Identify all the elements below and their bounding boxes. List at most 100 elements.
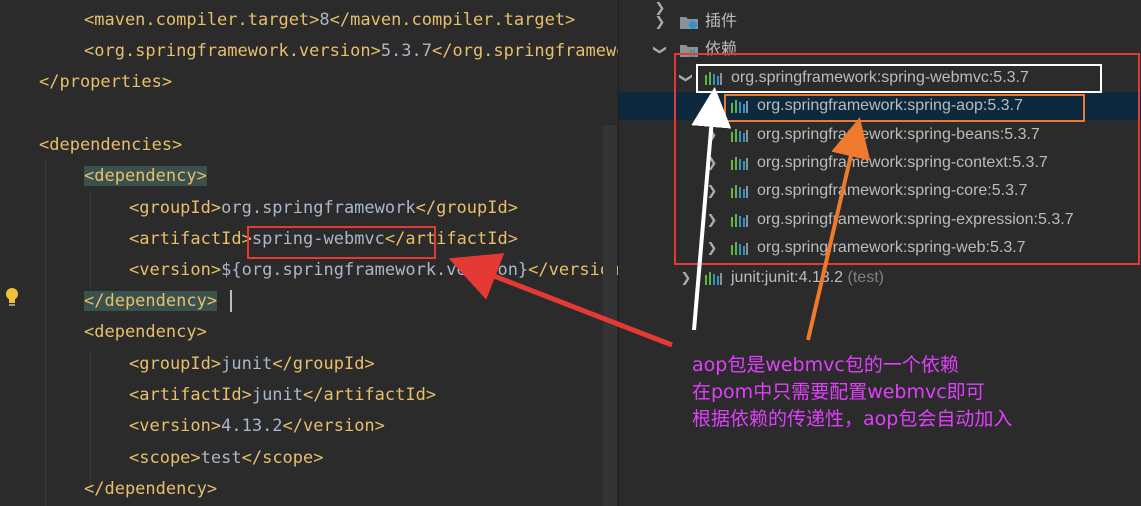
xml-text: ${org.springframework.version}: [221, 260, 529, 280]
xml-text: junit: [221, 354, 273, 374]
code-line-7[interactable]: <groupId>org.springframework</groupId>: [129, 193, 518, 224]
tree-row-plugins[interactable]: ❯ 插件: [619, 8, 1141, 36]
lightbulb-icon[interactable]: [4, 287, 20, 307]
dependencies-label: 依赖: [705, 41, 738, 58]
xml-tag: artifactId>: [405, 229, 518, 249]
code-line-11[interactable]: <dependency>: [84, 317, 207, 348]
library-icon: [731, 157, 748, 170]
code-line-10[interactable]: </dependency>: [84, 286, 218, 317]
xml-text: org.springframework: [221, 198, 416, 218]
dependency-label: org.springframework:spring-expression:5.…: [757, 211, 1074, 228]
xml-tag: </scope>: [241, 448, 324, 468]
text-caret: [230, 290, 232, 312]
chevron-right-icon[interactable]: ❯: [679, 264, 693, 292]
xml-tag: </groupId>: [272, 354, 375, 374]
xml-tag: <version>: [129, 260, 222, 280]
xml-tag: <version>: [129, 416, 222, 436]
xml-tag: </dependency>: [84, 291, 218, 311]
code-line-13[interactable]: <artifactId>junit</artifactId>: [129, 380, 436, 411]
tree-row-spring-expression[interactable]: ❯ org.springframework:spring-expression:…: [619, 206, 1141, 234]
xml-tag: >: [241, 229, 252, 249]
xml-tag: <groupId>: [129, 354, 222, 374]
annotation-text: aop包是webmvc包的一个依赖 在pom中只需要配置webmvc即可 根据依…: [692, 352, 1012, 433]
xml-tag: </groupId>: [415, 198, 518, 218]
xml-tag: </: [384, 229, 406, 249]
xml-text: 4.13.2: [221, 416, 283, 436]
chevron-right-icon[interactable]: ❯: [705, 206, 719, 234]
tree-row-dependencies[interactable]: ❯ 依赖: [619, 36, 1141, 64]
xml-tag: <dependencies>: [39, 135, 183, 155]
xml-tag: </version>: [282, 416, 385, 436]
chevron-right-icon[interactable]: ❯: [705, 149, 719, 177]
chevron-right-icon[interactable]: ❯: [705, 234, 719, 262]
indent-guide: [90, 350, 91, 490]
plugins-label: 插件: [705, 13, 738, 30]
junit-artifact: junit:junit:4.13.2: [731, 269, 844, 286]
dependencies-folder-icon: [680, 45, 698, 57]
tree-row-junit[interactable]: ❯ junit:junit:4.13.2 (test): [619, 264, 1141, 292]
xml-tag: </org.springframework.version>: [432, 41, 618, 61]
code-line-8[interactable]: <artifactId>spring-webmvc</artifactId>: [129, 224, 518, 255]
xml-tag: </properties>: [39, 72, 173, 92]
indent-guide: [45, 160, 46, 506]
dependency-label: org.springframework:spring-aop:5.3.7: [757, 97, 1023, 114]
code-line-9[interactable]: <version>${org.springframework.version}<…: [129, 255, 618, 286]
xml-tag: <artifactId>: [129, 385, 252, 405]
xml-tag: <dependency>: [84, 166, 207, 186]
library-icon: [705, 72, 722, 85]
dependency-label: org.springframework:spring-context:5.3.7: [757, 154, 1048, 171]
xml-text: spring-webmvc: [251, 229, 385, 249]
xml-text: junit: [251, 385, 304, 405]
annotation-line-2: 在pom中只需要配置webmvc即可: [692, 381, 985, 403]
pom-editor[interactable]: <maven.compiler.target>8</maven.compiler…: [0, 0, 618, 506]
indent-guide: [90, 190, 91, 300]
xml-text: 8: [319, 10, 330, 30]
tree-row-spring-beans[interactable]: ❯ org.springframework:spring-beans:5.3.7: [619, 121, 1141, 149]
annotation-line-3: 根据依赖的传递性，aop包会自动加入: [692, 408, 1013, 430]
library-icon: [731, 185, 748, 198]
code-line-16[interactable]: </dependency>: [84, 474, 217, 505]
chevron-down-icon[interactable]: ❯: [672, 71, 700, 85]
xml-tag: <artifactId: [129, 229, 242, 249]
chevron-right-icon[interactable]: ❯: [705, 177, 719, 205]
dependency-label: org.springframework:spring-beans:5.3.7: [757, 126, 1040, 143]
chevron-down-icon[interactable]: ❯: [646, 43, 674, 57]
editor-scrollbar[interactable]: [603, 125, 617, 506]
chevron-right-icon[interactable]: ❯: [705, 121, 719, 149]
plugins-folder-icon: [680, 17, 698, 29]
library-icon: [731, 100, 748, 113]
xml-tag: </artifactId>: [303, 385, 437, 405]
library-icon: [705, 272, 722, 285]
xml-tag: <org.springframework.version>: [84, 41, 381, 61]
xml-tag: <maven.compiler.target>: [84, 10, 320, 30]
chevron-right-icon[interactable]: ❯: [705, 92, 719, 120]
xml-text: 5.3.7: [380, 41, 432, 61]
chevron-right-icon[interactable]: ❯: [653, 8, 667, 36]
junit-scope: (test): [847, 269, 884, 286]
dependency-label: org.springframework:spring-web:5.3.7: [757, 239, 1026, 256]
library-icon: [731, 214, 748, 227]
xml-tag: </maven.compiler.target>: [329, 10, 576, 30]
tree-row-spring-context[interactable]: ❯ org.springframework:spring-context:5.3…: [619, 149, 1141, 177]
dependency-label: org.springframework:spring-core:5.3.7: [757, 182, 1028, 199]
code-line-6[interactable]: <dependency>: [84, 161, 207, 192]
junit-label: junit:junit:4.13.2 (test): [731, 264, 884, 292]
code-line-1[interactable]: <maven.compiler.target>8</maven.compiler…: [84, 5, 575, 36]
tree-row-spring-aop[interactable]: ❯ org.springframework:spring-aop:5.3.7: [619, 92, 1141, 120]
tree-row-spring-core[interactable]: ❯ org.springframework:spring-core:5.3.7: [619, 177, 1141, 205]
code-line-5[interactable]: <dependencies>: [39, 130, 182, 161]
annotation-line-1: aop包是webmvc包的一个依赖: [692, 354, 959, 376]
xml-tag: </dependency>: [84, 479, 218, 499]
tree-row-spring-web[interactable]: ❯ org.springframework:spring-web:5.3.7: [619, 234, 1141, 262]
tree-row-webmvc[interactable]: ❯ org.springframework:spring-webmvc:5.3.…: [619, 64, 1141, 92]
code-line-3[interactable]: </properties>: [39, 67, 172, 98]
library-icon: [731, 129, 748, 142]
library-icon: [731, 242, 748, 255]
code-line-2[interactable]: <org.springframework.version>5.3.7</org.…: [84, 36, 618, 67]
code-line-12[interactable]: <groupId>junit</groupId>: [129, 349, 375, 380]
xml-tag: <groupId>: [129, 198, 222, 218]
code-line-14[interactable]: <version>4.13.2</version>: [129, 411, 385, 442]
code-line-15[interactable]: <scope>test</scope>: [129, 443, 324, 474]
xml-tag: <scope>: [129, 448, 201, 468]
xml-tag: <dependency>: [84, 322, 207, 342]
